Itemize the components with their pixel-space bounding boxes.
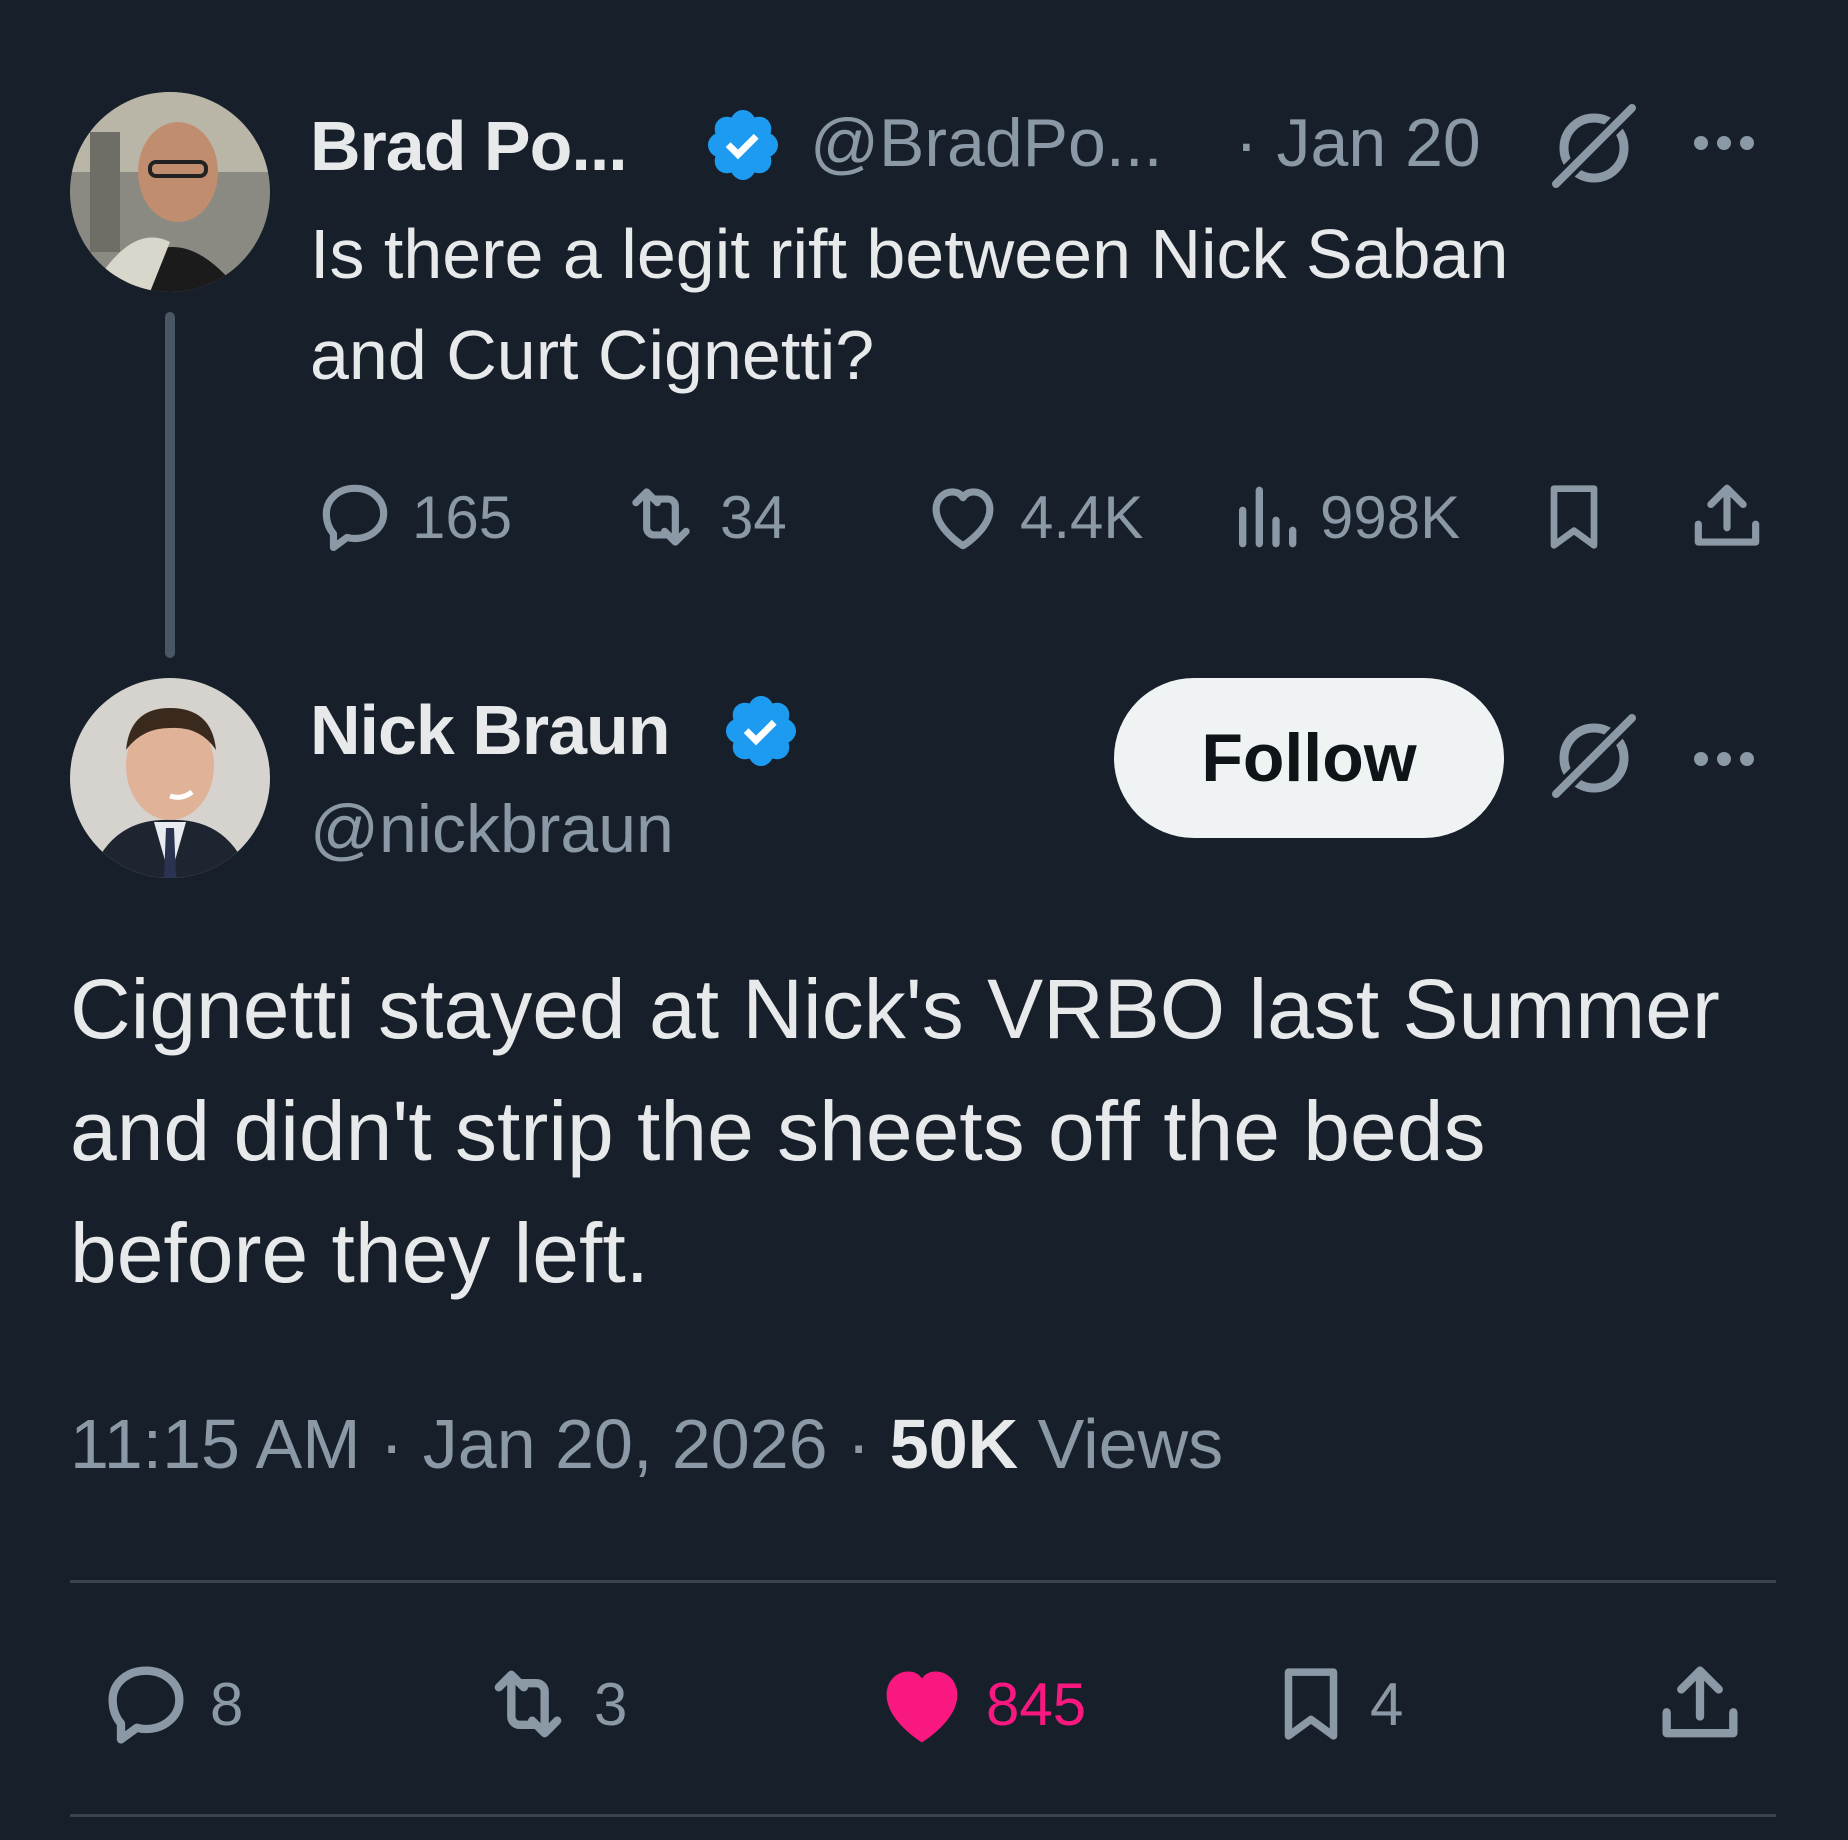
parent-tweet-text-line1: Is there a legit rift between Nick Saban — [310, 215, 1509, 293]
parent-repost-count: 34 — [720, 483, 787, 551]
reply-icon — [96, 1654, 196, 1754]
verified-badge-icon — [702, 104, 784, 186]
divider — [70, 1580, 1776, 1583]
repost-icon — [476, 1654, 580, 1754]
main-repost-count: 3 — [594, 1670, 628, 1738]
parent-like-button[interactable]: 4.4K — [920, 474, 1143, 560]
tweet-date[interactable]: Jan 20, 2026 — [423, 1405, 828, 1483]
follow-button[interactable]: Follow — [1114, 678, 1504, 838]
tweet-time[interactable]: 11:15 AM — [70, 1405, 361, 1483]
main-more-icon[interactable] — [1694, 752, 1754, 766]
main-tweet-text-line3: before they left. — [70, 1206, 650, 1300]
parent-share-icon[interactable] — [1684, 474, 1770, 560]
like-icon — [872, 1654, 972, 1754]
main-author-name[interactable]: Nick Braun — [310, 690, 671, 770]
main-repost-button[interactable]: 3 — [476, 1654, 627, 1754]
main-bookmark-button[interactable]: 4 — [1266, 1654, 1403, 1754]
parent-author-handle[interactable]: @BradPo... — [810, 104, 1163, 182]
parent-author-name[interactable]: Brad Po... — [310, 106, 628, 186]
views-icon — [1226, 474, 1306, 560]
main-like-count: 845 — [986, 1670, 1087, 1738]
grok-icon[interactable] — [1544, 100, 1640, 196]
main-share-icon[interactable] — [1650, 1654, 1750, 1754]
thread-connector-line — [165, 312, 175, 658]
main-author-handle[interactable]: @nickbraun — [310, 790, 674, 868]
parent-bookmark-icon[interactable] — [1534, 474, 1614, 560]
reply-icon — [312, 474, 398, 560]
parent-tweet-date[interactable]: · Jan 20 — [1235, 104, 1481, 182]
divider — [70, 1814, 1776, 1817]
bookmark-icon — [1266, 1654, 1356, 1754]
parent-like-count: 4.4K — [1020, 483, 1144, 551]
main-reply-count: 8 — [210, 1670, 244, 1738]
main-tweet-text-line1: Cignetti stayed at Nick's VRBO last Summ… — [70, 962, 1720, 1056]
grok-icon[interactable] — [1544, 710, 1640, 806]
parent-author-avatar[interactable] — [70, 92, 270, 292]
tweet-views-label: Views — [1037, 1405, 1224, 1483]
main-bookmark-count: 4 — [1370, 1670, 1404, 1738]
main-author-avatar[interactable] — [70, 678, 270, 878]
like-icon — [920, 474, 1006, 560]
parent-reply-button[interactable]: 165 — [312, 474, 512, 560]
tweet-meta: 11:15 AM · Jan 20, 2026 · 50K Views — [70, 1405, 1224, 1483]
repost-icon — [616, 474, 706, 560]
main-tweet-text-line2: and didn't strip the sheets off the beds — [70, 1084, 1486, 1178]
main-like-button[interactable]: 845 — [872, 1654, 1086, 1754]
parent-tweet-text-line2: and Curt Cignetti? — [310, 316, 875, 394]
parent-reply-count: 165 — [412, 483, 513, 551]
parent-more-icon[interactable] — [1694, 136, 1754, 150]
parent-views-button[interactable]: 998K — [1226, 474, 1460, 560]
parent-views-count: 998K — [1320, 483, 1461, 551]
main-reply-button[interactable]: 8 — [96, 1654, 243, 1754]
tweet-views-count: 50K — [889, 1405, 1019, 1483]
parent-repost-button[interactable]: 34 — [616, 474, 787, 560]
verified-badge-icon — [720, 690, 802, 772]
